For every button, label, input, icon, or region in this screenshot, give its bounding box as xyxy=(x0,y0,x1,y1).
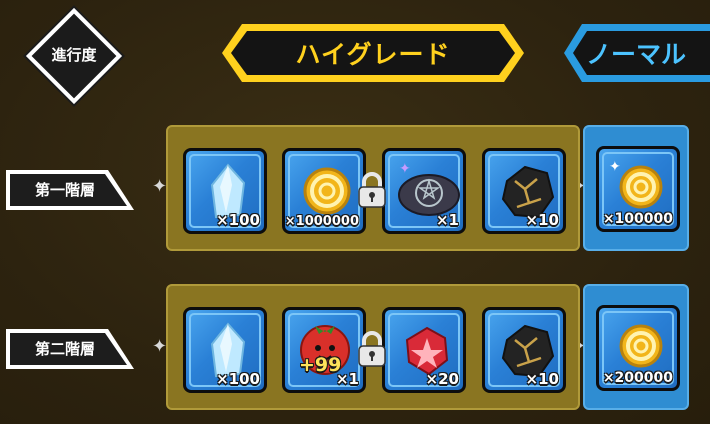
svg-text:✦: ✦ xyxy=(399,161,411,177)
row-label-text: 第二階層 xyxy=(34,340,95,358)
reward-tile-crystal[interactable]: ×100 xyxy=(183,148,267,234)
reward-quantity: ×100 xyxy=(216,211,260,229)
row-label-floor-1: 第一階層 xyxy=(4,168,136,212)
reward-quantity: ×100 xyxy=(216,370,260,388)
reward-tile-red-gem[interactable]: ×20 xyxy=(382,307,466,393)
reward-quantity: ×1000000 xyxy=(284,214,359,229)
reward-tile-crystal[interactable]: ×100 xyxy=(183,307,267,393)
reward-track-screen: 進行度 ハイグレード ノーマル 第一階層 第二階層 ✦ ✦ ✦ ✦ xyxy=(0,0,710,424)
lock-icon xyxy=(358,331,386,367)
tab-normal[interactable]: ノーマル xyxy=(562,20,710,86)
reward-tile-pentagram-stone[interactable]: ✦ ✦ ×1 xyxy=(382,148,466,234)
reward-quantity: ×1 xyxy=(435,211,459,229)
reward-quantity: ×20 xyxy=(425,370,459,388)
tab-high-grade-label: ハイグレード xyxy=(295,40,451,69)
reward-quantity: ×10 xyxy=(525,211,559,229)
row-label-floor-2: 第二階層 xyxy=(4,327,136,371)
tab-normal-label: ノーマル xyxy=(585,40,686,69)
progress-label: 進行度 xyxy=(51,46,97,64)
reward-quantity: ×100000 xyxy=(602,211,673,227)
reward-tile-ore-rock[interactable]: ×10 xyxy=(482,148,566,234)
reward-quantity: ×10 xyxy=(525,370,559,388)
reward-tile-normal-gold-coin[interactable]: ✦ ×100000 xyxy=(596,146,680,232)
svg-text:✦: ✦ xyxy=(609,159,621,175)
tab-high-grade[interactable]: ハイグレード xyxy=(220,20,526,86)
reward-tile-normal-gold-coin[interactable]: ×200000 xyxy=(596,305,680,391)
row-label-text: 第一階層 xyxy=(34,181,95,199)
reward-tile-tomato-character[interactable]: +99 ×1 xyxy=(282,307,366,393)
reward-tile-ore-rock[interactable]: ×10 xyxy=(482,307,566,393)
reward-tile-gold-coin[interactable]: ×1000000 xyxy=(282,148,366,234)
lock-icon xyxy=(358,172,386,208)
sparkle-icon: ✦ xyxy=(152,176,168,197)
reward-quantity: ×200000 xyxy=(602,370,673,386)
sparkle-icon: ✦ xyxy=(152,336,168,357)
reward-quantity: ×1 xyxy=(335,370,359,388)
